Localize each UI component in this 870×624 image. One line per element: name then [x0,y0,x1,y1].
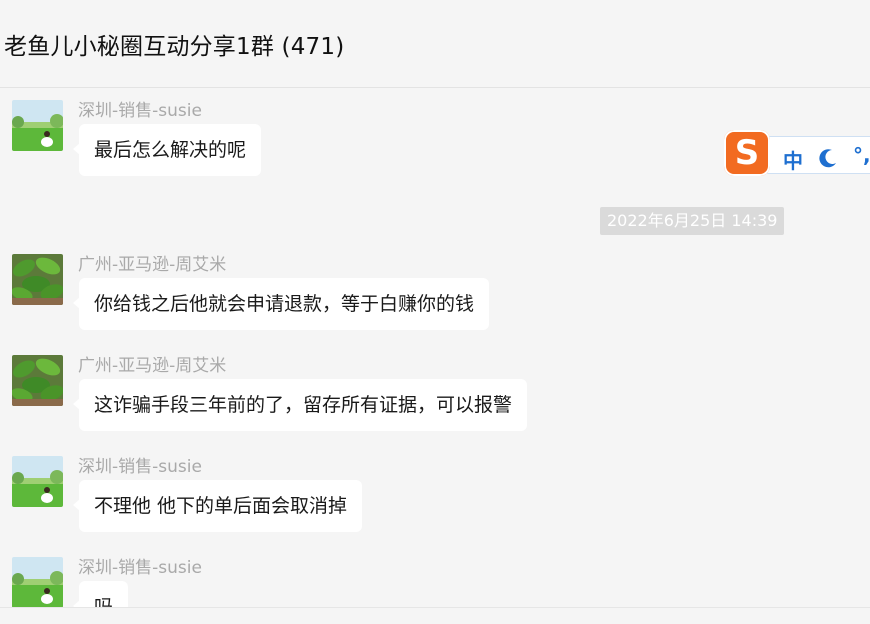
ime-logo-letter: S [734,133,760,173]
sender-name[interactable]: 深圳-销售-susie [78,96,202,121]
sender-name[interactable]: 深圳-销售-susie [78,553,202,578]
group-title[interactable]: 老鱼儿小秘圈互动分享1群 (471) [4,27,344,61]
message-bubble[interactable]: 不理他 他下的单后面会取消掉 [72,480,363,532]
sender-name[interactable]: 广州-亚马逊-周艾米 [78,351,226,376]
avatar[interactable] [12,100,63,151]
ime-status-bar[interactable]: 中 °, [764,136,870,174]
sender-name[interactable]: 广州-亚马逊-周艾米 [78,250,226,275]
moon-icon[interactable] [817,147,839,173]
ime-punct-toggle[interactable]: °, [853,143,870,167]
ime-mode-toggle[interactable]: 中 [783,145,803,174]
avatar[interactable] [12,557,63,607]
message-bubble[interactable]: 最后怎么解决的呢 [72,124,262,176]
chat-header: 老鱼儿小秘圈互动分享1群 (471) [0,0,870,88]
sogou-logo-icon[interactable]: S [724,130,770,176]
message-bubble[interactable]: 吗 [72,581,129,607]
sender-name[interactable]: 深圳-销售-susie [78,452,202,477]
avatar[interactable] [12,355,63,406]
timestamp-divider: 2022年6月25日 14:39 [600,207,785,235]
message-bubble[interactable]: 这诈骗手段三年前的了，留存所有证据，可以报警 [72,379,528,431]
avatar[interactable] [12,456,63,507]
message-bubble[interactable]: 你给钱之后他就会申请退款，等于白赚你的钱 [72,278,490,330]
avatar[interactable] [12,254,63,305]
input-area-divider [0,607,870,624]
ime-toolbar[interactable]: 中 °, S [724,130,870,176]
